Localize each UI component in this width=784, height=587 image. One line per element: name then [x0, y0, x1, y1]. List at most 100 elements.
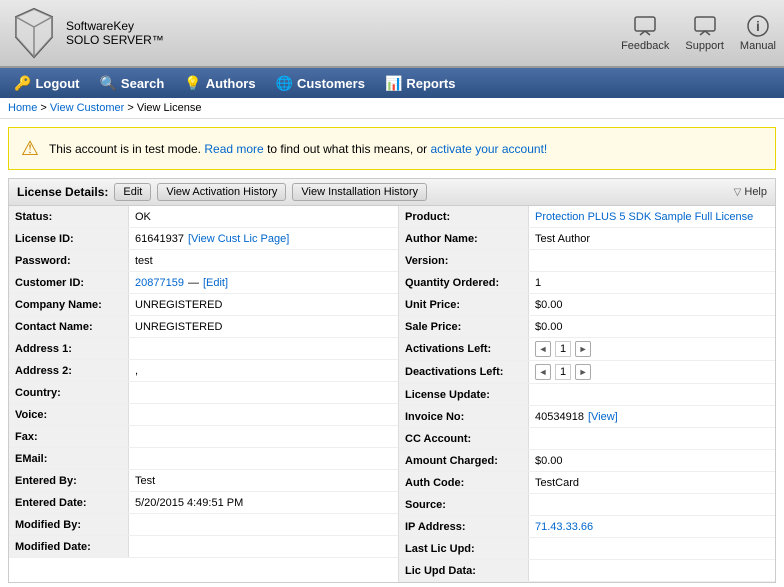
main-content: Status:OKLicense ID:61641937 [View Cust …: [9, 206, 775, 582]
navbar: 🔑 Logout 🔍 Search 💡 Authors 🌐 Customers …: [0, 68, 784, 98]
field-label: Customer ID:: [9, 272, 129, 293]
field-link[interactable]: 71.43.33.66: [535, 521, 593, 533]
stepper-decrease-button[interactable]: ◄: [535, 364, 551, 380]
field-label: Address 2:: [9, 360, 129, 381]
right-field-row: Last Lic Upd:: [399, 538, 775, 560]
search-nav[interactable]: 🔍 Search: [89, 68, 174, 98]
field-value: 71.43.33.66: [529, 516, 775, 537]
right-field-row: Auth Code:TestCard: [399, 472, 775, 494]
brand-sub: SOLO SERVER™: [66, 33, 164, 47]
field-value: Test: [129, 470, 398, 491]
svg-text:i: i: [756, 18, 760, 34]
stepper-value: 1: [555, 341, 571, 357]
right-field-row: Sale Price:$0.00: [399, 316, 775, 338]
right-column: Product: Protection PLUS 5 SDK Sample Ful…: [399, 206, 775, 582]
authors-icon: 💡: [184, 75, 201, 92]
field-link-edit[interactable]: [Edit]: [203, 277, 228, 289]
field-label: Entered Date:: [9, 492, 129, 513]
left-field-row: Address 2:,: [9, 360, 398, 382]
reports-nav[interactable]: 📊 Reports: [375, 68, 466, 98]
help-button[interactable]: ▽ Help: [734, 186, 767, 198]
field-label: Auth Code:: [399, 472, 529, 493]
warning-bar: ⚠ This account is in test mode. Read mor…: [8, 127, 776, 170]
manual-link[interactable]: i Manual: [740, 14, 776, 52]
field-value: [529, 538, 775, 559]
field-label: EMail:: [9, 448, 129, 469]
field-link[interactable]: 20877159: [135, 277, 184, 289]
header-links: Feedback Support i Manual: [621, 14, 776, 52]
right-field-row: Version:: [399, 250, 775, 272]
field-label: Lic Upd Data:: [399, 560, 529, 581]
field-value: 40534918 [View]: [529, 406, 775, 427]
field-label: Author Name:: [399, 228, 529, 249]
field-label: Last Lic Upd:: [399, 538, 529, 559]
left-field-row: Customer ID:20877159 — [Edit]: [9, 272, 398, 294]
authors-nav[interactable]: 💡 Authors: [174, 68, 265, 98]
field-label: Modified By:: [9, 514, 129, 535]
left-field-row: Entered By:Test: [9, 470, 398, 492]
header: SoftwareKey SOLO SERVER™ Feedback Suppor…: [0, 0, 784, 68]
right-field-row: Invoice No:40534918 [View]: [399, 406, 775, 428]
stepper-decrease-button[interactable]: ◄: [535, 341, 551, 357]
left-field-row: Company Name:UNREGISTERED: [9, 294, 398, 316]
left-field-row: Contact Name:UNREGISTERED: [9, 316, 398, 338]
customers-icon: 🌐: [276, 75, 293, 92]
field-value: UNREGISTERED: [129, 316, 398, 337]
left-field-row: Password:test: [9, 250, 398, 272]
field-label: Sale Price:: [399, 316, 529, 337]
left-field-row: License ID:61641937 [View Cust Lic Page]: [9, 228, 398, 250]
logo-area: SoftwareKey SOLO SERVER™: [8, 7, 164, 59]
feedback-link[interactable]: Feedback: [621, 14, 669, 52]
read-more-link[interactable]: Read more: [204, 142, 263, 156]
search-icon: 🔍: [99, 75, 116, 92]
field-value: [129, 404, 398, 425]
right-field-row: License Update:: [399, 384, 775, 406]
field-label: Unit Price:: [399, 294, 529, 315]
license-header: License Details: Edit View Activation Hi…: [9, 179, 775, 206]
activate-account-link[interactable]: activate your account!: [431, 142, 548, 156]
help-triangle-icon: ▽: [734, 187, 742, 198]
field-value: [129, 536, 398, 557]
right-field-row: CC Account:: [399, 428, 775, 450]
field-value: [529, 384, 775, 405]
logout-icon: 🔑: [14, 75, 31, 92]
view-activation-history-button[interactable]: View Activation History: [157, 183, 286, 201]
view-customer-link[interactable]: View Customer: [50, 102, 124, 114]
field-value: [529, 494, 775, 515]
field-value: [129, 382, 398, 403]
stepper-increase-button[interactable]: ►: [575, 341, 591, 357]
field-link[interactable]: [View Cust Lic Page]: [188, 233, 289, 245]
field-label: Modified Date:: [9, 536, 129, 557]
support-link[interactable]: Support: [685, 14, 724, 52]
logout-nav[interactable]: 🔑 Logout: [4, 68, 89, 98]
left-field-row: Modified By:: [9, 514, 398, 536]
field-label: Status:: [9, 206, 129, 227]
field-value: Test Author: [529, 228, 775, 249]
field-value: Protection PLUS 5 SDK Sample Full Licens…: [529, 206, 775, 227]
field-link[interactable]: [View]: [588, 411, 618, 423]
license-details-label: License Details:: [17, 185, 108, 199]
field-link[interactable]: Protection PLUS 5 SDK Sample Full Licens…: [535, 211, 753, 223]
left-column: Status:OKLicense ID:61641937 [View Cust …: [9, 206, 399, 582]
current-page: View License: [137, 102, 202, 114]
field-label: Password:: [9, 250, 129, 271]
home-link[interactable]: Home: [8, 102, 37, 114]
field-value: ◄1►: [529, 361, 775, 383]
field-label: Address 1:: [9, 338, 129, 359]
view-installation-history-button[interactable]: View Installation History: [292, 183, 427, 201]
field-value: ,: [129, 360, 398, 381]
field-value: $0.00: [529, 316, 775, 337]
logo-text: SoftwareKey SOLO SERVER™: [66, 19, 164, 47]
field-value: [129, 448, 398, 469]
field-label: Source:: [399, 494, 529, 515]
left-field-row: Address 1:: [9, 338, 398, 360]
field-label: Product:: [399, 206, 529, 227]
field-label: Version:: [399, 250, 529, 271]
edit-button[interactable]: Edit: [114, 183, 151, 201]
field-label: IP Address:: [399, 516, 529, 537]
customers-nav[interactable]: 🌐 Customers: [266, 68, 375, 98]
field-value: $0.00: [529, 294, 775, 315]
breadcrumb: Home > View Customer > View License: [0, 98, 784, 119]
field-value: [129, 514, 398, 535]
stepper-increase-button[interactable]: ►: [575, 364, 591, 380]
